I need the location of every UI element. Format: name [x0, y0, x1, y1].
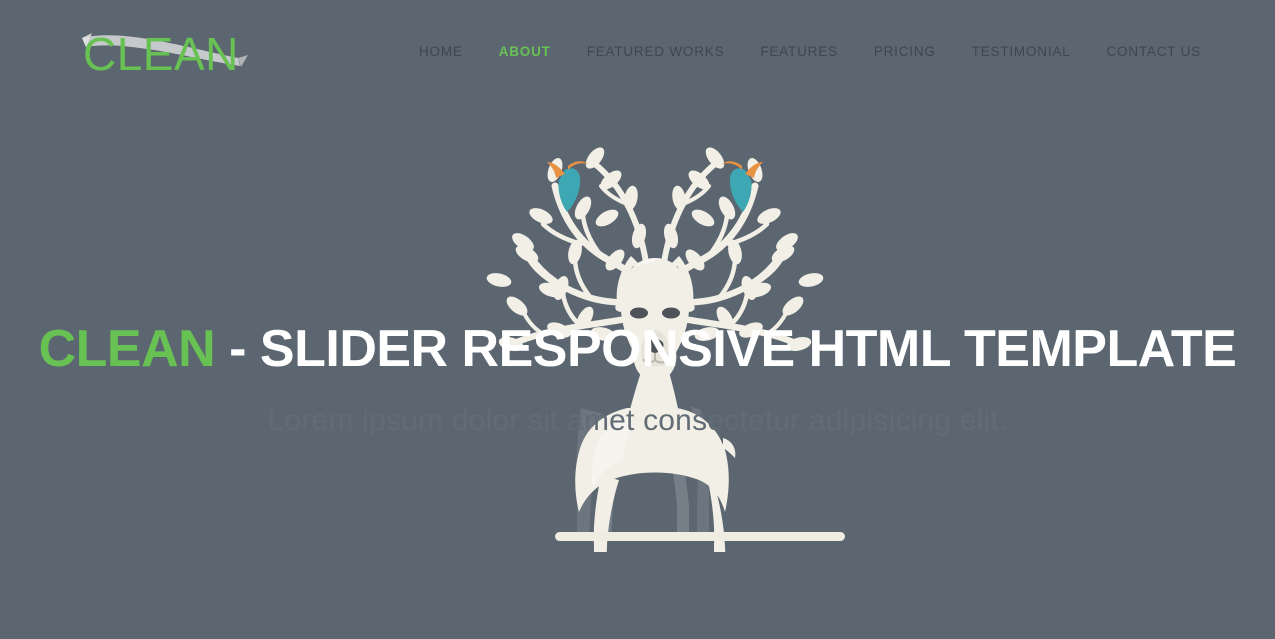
logo-wordmark: CLEAN [83, 28, 239, 78]
site-header: CLEAN HOME ABOUT FEATURED WORKS FEATURES… [0, 0, 1275, 104]
logo-svg: CLEAN [82, 28, 248, 78]
hero-slider-page: CLEAN HOME ABOUT FEATURED WORKS FEATURES… [0, 0, 1275, 639]
nav-item-featured-works[interactable]: FEATURED WORKS [569, 40, 743, 63]
brand-logo[interactable]: CLEAN [78, 22, 288, 78]
ground-bar [555, 532, 845, 541]
nav-item-home[interactable]: HOME [401, 40, 481, 63]
nav-item-testimonial[interactable]: TESTIMONIAL [954, 40, 1089, 63]
deer-svg [485, 144, 845, 552]
deer-body [575, 366, 736, 552]
nav-item-pricing[interactable]: PRICING [856, 40, 954, 63]
hero-title-accent: CLEAN [38, 320, 216, 378]
hero-illustration-deer [455, 108, 855, 552]
nav-item-contact-us[interactable]: CONTACT US [1088, 40, 1219, 63]
nav-item-about[interactable]: ABOUT [481, 40, 569, 63]
deer-head [616, 256, 694, 372]
main-navigation[interactable]: HOME ABOUT FEATURED WORKS FEATURES PRICI… [401, 40, 1219, 63]
nav-item-features[interactable]: FEATURES [742, 40, 855, 63]
